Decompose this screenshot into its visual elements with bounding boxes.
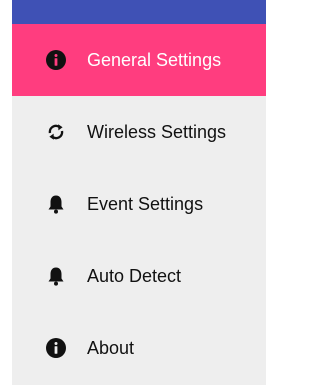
drawer-header-bar (12, 0, 266, 24)
menu-item-about[interactable]: About (12, 312, 266, 384)
menu-item-general-settings[interactable]: General Settings (12, 24, 266, 96)
sync-icon (45, 121, 67, 143)
navigation-drawer: General Settings Wireless Settings Event… (12, 0, 266, 385)
menu-item-label: Wireless Settings (87, 121, 227, 142)
menu-item-auto-detect[interactable]: Auto Detect (12, 240, 266, 312)
menu-item-label: Event Settings (87, 193, 204, 214)
bell-icon (45, 193, 67, 215)
info-icon (45, 337, 67, 359)
menu-item-event-settings[interactable]: Event Settings (12, 168, 266, 240)
menu-item-wireless-settings[interactable]: Wireless Settings (12, 96, 266, 168)
bell-icon (45, 265, 67, 287)
menu-item-label: About (87, 337, 135, 358)
info-icon (45, 49, 67, 71)
drawer-menu: General Settings Wireless Settings Event… (12, 24, 266, 384)
menu-item-label: General Settings (87, 49, 222, 70)
menu-item-label: Auto Detect (87, 265, 182, 286)
